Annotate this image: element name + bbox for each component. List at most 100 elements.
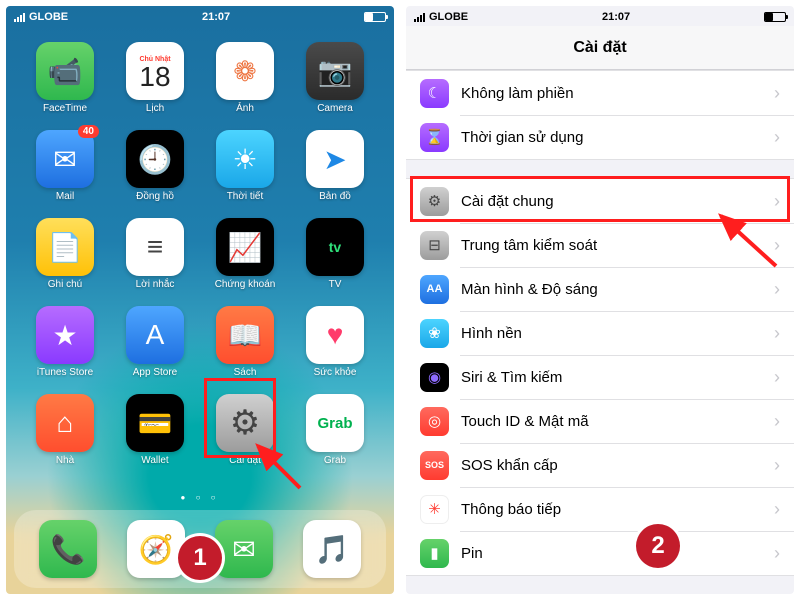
app-clock[interactable]: 🕘Đồng hồ [112, 130, 198, 214]
settings-group-2: ⚙︎Cài đặt chung› ⊟Trung tâm kiểm soát› A… [406, 178, 794, 576]
dock-music[interactable]: 🎵 [303, 520, 361, 578]
app-settings[interactable]: ⚙︎Cài đặt [202, 394, 288, 478]
settings-group-1: ☾Không làm phiền› ⌛Thời gian sử dụng› [406, 70, 794, 160]
sos-icon: SOS [420, 451, 449, 480]
app-camera[interactable]: 📷Camera [292, 42, 378, 126]
books-icon: 📖 [216, 306, 274, 364]
flower-icon: ❀ [420, 319, 449, 348]
status-time: 21:07 [68, 11, 364, 23]
row-display[interactable]: AAMàn hình & Độ sáng› [406, 267, 794, 311]
status-bar: GLOBE 21:07 [6, 6, 394, 26]
app-mail[interactable]: ✉︎40Mail [22, 130, 108, 214]
chevron-icon: › [774, 127, 780, 148]
chevron-icon: › [774, 455, 780, 476]
settings-navbar: Cài đặt [406, 26, 794, 70]
dock-safari[interactable]: 🧭 [127, 520, 185, 578]
row-touchid[interactable]: ◎Touch ID & Mật mã› [406, 399, 794, 443]
carrier-label: GLOBE [29, 11, 68, 23]
camera-icon: 📷 [306, 42, 364, 100]
mail-icon: ✉︎40 [36, 130, 94, 188]
app-facetime[interactable]: 📹FaceTime [22, 42, 108, 126]
chevron-icon: › [774, 235, 780, 256]
app-health[interactable]: ♥Sức khỏe [292, 306, 378, 390]
app-grid: 📹FaceTime Chủ Nhật18Lịch ❁Ảnh 📷Camera ✉︎… [22, 42, 378, 478]
app-maps[interactable]: ➤Bản đồ [292, 130, 378, 214]
stocks-icon: 📈 [216, 218, 274, 276]
siri-icon: ◉ [420, 363, 449, 392]
itunes-icon: ★ [36, 306, 94, 364]
settings-icon: ⚙︎ [216, 394, 274, 452]
hourglass-icon: ⌛ [420, 123, 449, 152]
tv-icon: tv [306, 218, 364, 276]
appstore-icon: A [126, 306, 184, 364]
exposure-icon: ✳︎ [420, 495, 449, 524]
app-photos[interactable]: ❁Ảnh [202, 42, 288, 126]
panel-step-1: GLOBE 21:07 📹FaceTime Chủ Nhật18Lịch ❁Ản… [6, 6, 394, 594]
battery-icon [764, 12, 786, 22]
home-icon: ⌂ [36, 394, 94, 452]
row-dnd[interactable]: ☾Không làm phiền› [406, 71, 794, 115]
step-badge-2: 2 [636, 524, 680, 568]
row-siri[interactable]: ◉Siri & Tìm kiếm› [406, 355, 794, 399]
weather-icon: ☀︎ [216, 130, 274, 188]
chevron-icon: › [774, 411, 780, 432]
wallet-icon: 💳 [126, 394, 184, 452]
clock-icon: 🕘 [126, 130, 184, 188]
chevron-icon: › [774, 191, 780, 212]
switches-icon: ⊟ [420, 231, 449, 260]
app-stocks[interactable]: 📈Chứng khoán [202, 218, 288, 302]
step-badge-1: 1 [178, 536, 222, 580]
signal-icon [414, 12, 425, 22]
battery-icon [364, 12, 386, 22]
chevron-icon: › [774, 323, 780, 344]
display-icon: AA [420, 275, 449, 304]
chevron-icon: › [774, 279, 780, 300]
gear-icon: ⚙︎ [420, 187, 449, 216]
row-general[interactable]: ⚙︎Cài đặt chung› [406, 179, 794, 223]
dock-messages[interactable]: ✉ [215, 520, 273, 578]
settings-list[interactable]: ☾Không làm phiền› ⌛Thời gian sử dụng› ⚙︎… [406, 70, 794, 576]
app-calendar[interactable]: Chủ Nhật18Lịch [112, 42, 198, 126]
health-icon: ♥ [306, 306, 364, 364]
page-dots: ● ○ ○ [6, 493, 394, 502]
app-itunes[interactable]: ★iTunes Store [22, 306, 108, 390]
moon-icon: ☾ [420, 79, 449, 108]
row-controlcenter[interactable]: ⊟Trung tâm kiểm soát› [406, 223, 794, 267]
chevron-icon: › [774, 499, 780, 520]
chevron-icon: › [774, 543, 780, 564]
row-screentime[interactable]: ⌛Thời gian sử dụng› [406, 115, 794, 159]
settings-title: Cài đặt [573, 39, 626, 57]
chevron-icon: › [774, 367, 780, 388]
row-battery[interactable]: ▮Pin› [406, 531, 794, 575]
status-bar-settings: GLOBE 21:07 [406, 6, 794, 26]
facetime-icon: 📹 [36, 42, 94, 100]
app-appstore[interactable]: AApp Store [112, 306, 198, 390]
row-wallpaper[interactable]: ❀Hình nền› [406, 311, 794, 355]
calendar-icon: Chủ Nhật18 [126, 42, 184, 100]
row-sos[interactable]: SOSSOS khẩn cấp› [406, 443, 794, 487]
row-exposure[interactable]: ✳︎Thông báo tiếp› [406, 487, 794, 531]
notes-icon: 📄 [36, 218, 94, 276]
app-home[interactable]: ⌂Nhà [22, 394, 108, 478]
photos-icon: ❁ [216, 42, 274, 100]
app-tv[interactable]: tvTV [292, 218, 378, 302]
signal-icon [14, 12, 25, 22]
fingerprint-icon: ◎ [420, 407, 449, 436]
reminders-icon: ≡ [126, 218, 184, 276]
app-weather[interactable]: ☀︎Thời tiết [202, 130, 288, 214]
status-time: 21:07 [468, 11, 764, 23]
grab-icon: Grab [306, 394, 364, 452]
mail-badge: 40 [78, 125, 99, 138]
chevron-icon: › [774, 83, 780, 104]
app-notes[interactable]: 📄Ghi chú [22, 218, 108, 302]
carrier-label: GLOBE [429, 11, 468, 23]
app-wallet[interactable]: 💳Wallet [112, 394, 198, 478]
home-screen: GLOBE 21:07 📹FaceTime Chủ Nhật18Lịch ❁Ản… [6, 6, 394, 594]
maps-icon: ➤ [306, 130, 364, 188]
battery-row-icon: ▮ [420, 539, 449, 568]
panel-step-2: GLOBE 21:07 Cài đặt ☾Không làm phiền› ⌛T… [406, 6, 794, 594]
dock-phone[interactable]: 📞 [39, 520, 97, 578]
app-books[interactable]: 📖Sách [202, 306, 288, 390]
app-grab[interactable]: GrabGrab [292, 394, 378, 478]
app-reminders[interactable]: ≡Lời nhắc [112, 218, 198, 302]
